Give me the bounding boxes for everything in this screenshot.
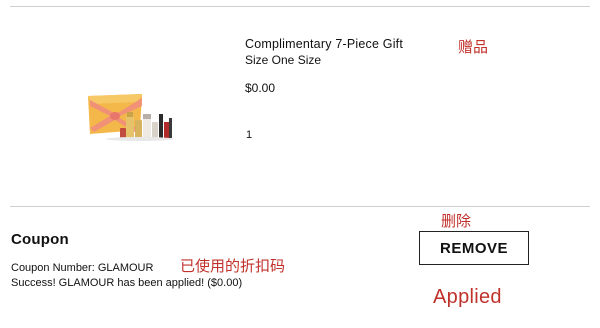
cart-panel: Complimentary 7-Piece Gift Size One Size… [0, 0, 600, 328]
annotation-used-code: 已使用的折扣码 [180, 258, 286, 275]
coupon-number: Coupon Number: GLAMOUR [11, 262, 154, 274]
coupon-heading: Coupon [11, 231, 69, 248]
cosmetic-gift-set-image [80, 84, 180, 146]
remove-coupon-button[interactable]: REMOVE [419, 231, 529, 265]
section-divider [10, 206, 590, 207]
product-price: $0.00 [245, 81, 276, 95]
product-size: Size One Size [245, 53, 322, 67]
annotation-gift: 赠品 [458, 39, 489, 56]
product-title: Complimentary 7-Piece Gift [245, 37, 404, 51]
annotation-delete: 删除 [441, 213, 472, 230]
product-quantity: 1 [246, 129, 253, 141]
top-divider [10, 6, 590, 7]
coupon-status-message: Success! GLAMOUR has been applied! ($0.0… [11, 277, 243, 289]
annotation-applied: Applied [433, 286, 502, 308]
